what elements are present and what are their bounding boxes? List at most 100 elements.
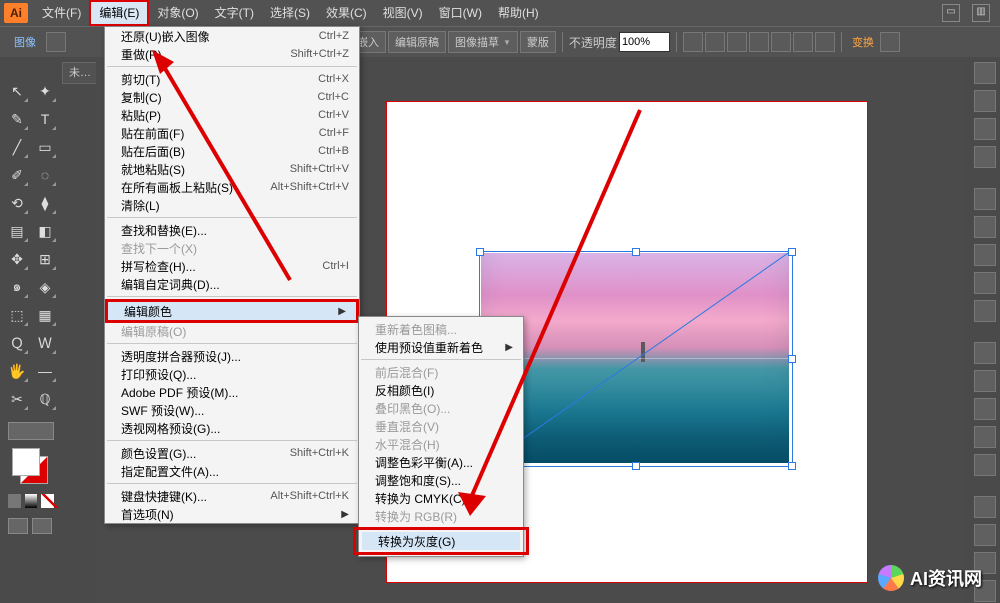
panel-icon-11[interactable] bbox=[974, 398, 996, 420]
tool-1[interactable]: ✦ bbox=[32, 78, 58, 104]
panel-icon-13[interactable] bbox=[974, 454, 996, 476]
menu-item-g3-3[interactable]: 编辑自定词典(D)... bbox=[105, 275, 359, 293]
menu-item-g7-0[interactable]: 键盘快捷键(K)...Alt+Shift+Ctrl+K bbox=[105, 487, 359, 505]
menu-item-g5-3[interactable]: SWF 预设(W)... bbox=[105, 401, 359, 419]
menu-help[interactable]: 帮助(H) bbox=[490, 0, 547, 26]
tool-21[interactable]: — bbox=[32, 358, 58, 384]
panel-icon-0[interactable] bbox=[974, 62, 996, 84]
menu-item-g4-0[interactable]: 编辑颜色▶ bbox=[108, 302, 356, 320]
align-center-icon[interactable] bbox=[705, 32, 725, 52]
menu-effect[interactable]: 效果(C) bbox=[318, 0, 375, 26]
tool-17[interactable]: ▦ bbox=[32, 302, 58, 328]
tool-2[interactable]: ✎ bbox=[4, 106, 30, 132]
tool-10[interactable]: ▤ bbox=[4, 218, 30, 244]
handle-bc[interactable] bbox=[632, 462, 640, 470]
menu-item-g7-1[interactable]: 首选项(N)▶ bbox=[105, 505, 359, 523]
tool-question-icon[interactable] bbox=[8, 422, 54, 440]
align-top-icon[interactable] bbox=[749, 32, 769, 52]
tool-19[interactable]: Ｗ bbox=[32, 330, 58, 356]
submenu-item-g2-7[interactable]: 转换为 CMYK(C) bbox=[359, 489, 523, 507]
tool-22[interactable]: ✂ bbox=[4, 386, 30, 412]
tool-4[interactable]: ╱ bbox=[4, 134, 30, 160]
menu-select[interactable]: 选择(S) bbox=[262, 0, 318, 26]
menu-item-g3-0[interactable]: 查找和替换(E)... bbox=[105, 221, 359, 239]
menu-item-g2-4[interactable]: 贴在后面(B)Ctrl+B bbox=[105, 142, 359, 160]
arrange-icon[interactable]: ▥ bbox=[972, 4, 990, 22]
tool-6[interactable]: ✐ bbox=[4, 162, 30, 188]
submenu-item-g1-1[interactable]: 使用预设值重新着色▶ bbox=[359, 338, 523, 356]
menu-window[interactable]: 窗口(W) bbox=[431, 0, 490, 26]
tool-12[interactable]: ✥ bbox=[4, 246, 30, 272]
menu-item-g6-0[interactable]: 颜色设置(G)...Shift+Ctrl+K bbox=[105, 444, 359, 462]
tool-14[interactable]: ๑ bbox=[4, 274, 30, 300]
linked-file-icon[interactable] bbox=[46, 32, 66, 52]
tool-20[interactable]: 🖐 bbox=[4, 358, 30, 384]
layout-toggle-icon[interactable]: ▭ bbox=[942, 4, 960, 22]
handle-tl[interactable] bbox=[476, 248, 484, 256]
tool-13[interactable]: ⊞ bbox=[32, 246, 58, 272]
menu-item-g2-6[interactable]: 在所有画板上粘贴(S)Alt+Shift+Ctrl+V bbox=[105, 178, 359, 196]
tool-5[interactable]: ▭ bbox=[32, 134, 58, 160]
submenu-item-g2-6[interactable]: 调整饱和度(S)... bbox=[359, 471, 523, 489]
panel-icon-14[interactable] bbox=[974, 496, 996, 518]
screen-mode-full-icon[interactable] bbox=[32, 518, 52, 534]
menu-object[interactable]: 对象(O) bbox=[149, 0, 206, 26]
submenu-item-g2-9[interactable]: 转换为灰度(G) bbox=[362, 532, 520, 550]
distribute-icon[interactable] bbox=[815, 32, 835, 52]
tool-3[interactable]: T bbox=[32, 106, 58, 132]
tool-9[interactable]: ⧫ bbox=[32, 190, 58, 216]
panel-icon-5[interactable] bbox=[974, 216, 996, 238]
handle-tc[interactable] bbox=[632, 248, 640, 256]
tool-7[interactable]: ◌ bbox=[32, 162, 58, 188]
panel-icon-12[interactable] bbox=[974, 426, 996, 448]
menu-item-g2-5[interactable]: 就地粘贴(S)Shift+Ctrl+V bbox=[105, 160, 359, 178]
menu-item-g2-3[interactable]: 贴在前面(F)Ctrl+F bbox=[105, 124, 359, 142]
image-trace-button[interactable]: 图像描草 bbox=[448, 31, 518, 53]
panel-icon-4[interactable] bbox=[974, 188, 996, 210]
menu-item-g5-2[interactable]: Adobe PDF 预设(M)... bbox=[105, 383, 359, 401]
panel-icon-8[interactable] bbox=[974, 300, 996, 322]
tool-16[interactable]: ⬚ bbox=[4, 302, 30, 328]
transform-link[interactable]: 变换 bbox=[848, 34, 878, 50]
submenu-item-g2-5[interactable]: 调整色彩平衡(A)... bbox=[359, 453, 523, 471]
opacity-input[interactable] bbox=[619, 32, 670, 52]
align-left-icon[interactable] bbox=[683, 32, 703, 52]
menu-item-g5-0[interactable]: 透明度拼合器预设(J)... bbox=[105, 347, 359, 365]
menu-item-g2-0[interactable]: 剪切(T)Ctrl+X bbox=[105, 70, 359, 88]
menu-item-g1-0[interactable]: 还原(U)嵌入图像Ctrl+Z bbox=[105, 27, 359, 45]
more-options-icon[interactable] bbox=[880, 32, 900, 52]
menu-item-g1-1[interactable]: 重做(R)Shift+Ctrl+Z bbox=[105, 45, 359, 63]
menu-item-g5-4[interactable]: 透视网格预设(G)... bbox=[105, 419, 359, 437]
menu-item-g2-2[interactable]: 粘贴(P)Ctrl+V bbox=[105, 106, 359, 124]
handle-tr[interactable] bbox=[788, 248, 796, 256]
align-right-icon[interactable] bbox=[727, 32, 747, 52]
fill-color[interactable] bbox=[12, 448, 40, 476]
handle-mr[interactable] bbox=[788, 355, 796, 363]
menu-type[interactable]: 文字(T) bbox=[207, 0, 262, 26]
color-mode-icon[interactable] bbox=[8, 494, 21, 508]
screen-mode-normal-icon[interactable] bbox=[8, 518, 28, 534]
panel-icon-10[interactable] bbox=[974, 370, 996, 392]
color-swatch[interactable] bbox=[12, 448, 48, 484]
gradient-mode-icon[interactable] bbox=[25, 494, 38, 508]
tool-23[interactable]: ℚ bbox=[32, 386, 58, 412]
tool-18[interactable]: Ｑ bbox=[4, 330, 30, 356]
align-bottom-icon[interactable] bbox=[793, 32, 813, 52]
menu-item-g2-1[interactable]: 复制(C)Ctrl+C bbox=[105, 88, 359, 106]
none-mode-icon[interactable] bbox=[41, 494, 54, 508]
panel-icon-1[interactable] bbox=[974, 90, 996, 112]
tool-11[interactable]: ◧ bbox=[32, 218, 58, 244]
tool-8[interactable]: ⟲ bbox=[4, 190, 30, 216]
panel-icon-15[interactable] bbox=[974, 524, 996, 546]
menu-item-g2-7[interactable]: 清除(L) bbox=[105, 196, 359, 214]
panel-icon-6[interactable] bbox=[974, 244, 996, 266]
menu-item-g3-2[interactable]: 拼写检查(H)...Ctrl+I bbox=[105, 257, 359, 275]
panel-icon-2[interactable] bbox=[974, 118, 996, 140]
panel-icon-7[interactable] bbox=[974, 272, 996, 294]
tool-15[interactable]: ◈ bbox=[32, 274, 58, 300]
menu-view[interactable]: 视图(V) bbox=[375, 0, 431, 26]
menu-edit[interactable]: 编辑(E) bbox=[89, 0, 149, 26]
align-middle-icon[interactable] bbox=[771, 32, 791, 52]
menu-file[interactable]: 文件(F) bbox=[34, 0, 89, 26]
panel-icon-9[interactable] bbox=[974, 342, 996, 364]
